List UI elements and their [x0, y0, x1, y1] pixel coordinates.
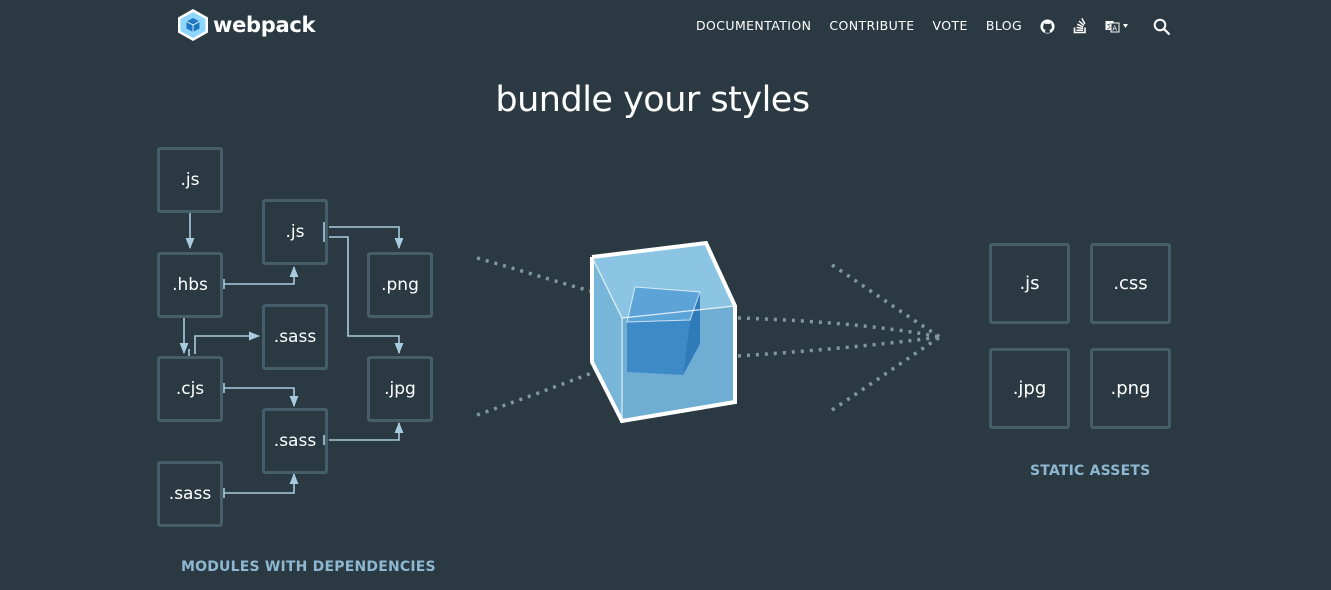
logo-text: webpack	[213, 13, 316, 37]
edge-hbs-js	[224, 265, 299, 285]
edge-cjs-sass2	[224, 387, 299, 408]
modules-caption: MODULES WITH DEPENDENCIES	[181, 559, 436, 575]
module-js-root: .js	[157, 147, 223, 213]
asset-jpg: .jpg	[989, 348, 1070, 429]
top-nav: DOCUMENTATION CONTRIBUTE VOTE BLOG 文 A	[696, 17, 1188, 35]
asset-js: .js	[989, 243, 1070, 324]
module-cjs: .cjs	[157, 356, 223, 422]
hero-title: bundle your styles	[495, 80, 810, 120]
module-sass-middle-top: .sass	[262, 304, 328, 370]
output-stream-bottom	[737, 335, 941, 358]
asset-png: .png	[1090, 348, 1171, 429]
github-icon[interactable]	[1040, 17, 1055, 35]
input-stream-bottom	[476, 366, 606, 417]
search-icon[interactable]	[1153, 17, 1170, 35]
asset-css: .css	[1090, 243, 1171, 324]
module-hbs: .hbs	[157, 252, 223, 318]
output-stream-top	[737, 316, 941, 339]
webpack-cube-icon	[178, 9, 208, 41]
edge-cjs-sass	[194, 331, 261, 354]
webpack-bundle-cube	[590, 240, 737, 424]
arrow-head-bottom	[831, 335, 941, 412]
nav-vote[interactable]: VOTE	[933, 17, 968, 35]
edge-sass-sass	[224, 472, 299, 494]
nav-blog[interactable]: BLOG	[986, 17, 1022, 35]
page: webpack DOCUMENTATION CONTRIBUTE VOTE BL…	[0, 0, 1331, 590]
webpack-logo[interactable]: webpack	[177, 8, 316, 42]
svg-text:A: A	[1112, 24, 1117, 32]
module-js-middle: .js	[262, 199, 328, 265]
language-icon[interactable]: 文 A	[1105, 17, 1129, 35]
nav-contribute[interactable]: CONTRIBUTE	[829, 17, 914, 35]
edge-sass-jpg	[329, 421, 404, 441]
assets-caption: STATIC ASSETS	[1030, 463, 1151, 479]
module-jpg: .jpg	[367, 356, 433, 422]
stack-overflow-icon[interactable]	[1073, 17, 1087, 35]
edge-js-png	[329, 226, 404, 250]
input-stream-top	[476, 256, 606, 297]
module-png: .png	[367, 252, 433, 318]
module-sass-bottom-left: .sass	[157, 461, 223, 527]
arrow-head-top	[831, 263, 941, 339]
nav-documentation[interactable]: DOCUMENTATION	[696, 17, 811, 35]
module-sass-middle-bottom: .sass	[262, 408, 328, 474]
